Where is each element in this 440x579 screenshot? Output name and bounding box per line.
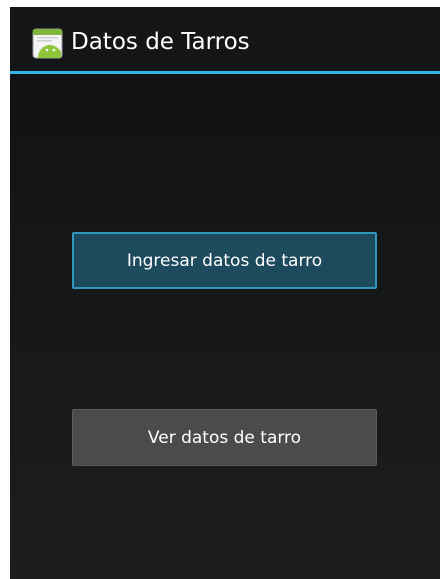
- app-title: Datos de Tarros: [71, 29, 250, 55]
- android-app-icon: [32, 28, 63, 59]
- action-bar: Datos de Tarros: [10, 7, 440, 71]
- view-jar-data-button[interactable]: Ver datos de tarro: [72, 409, 377, 466]
- action-bar-divider: [10, 71, 440, 74]
- enter-jar-data-button[interactable]: Ingresar datos de tarro: [72, 232, 377, 289]
- app-screen: Datos de Tarros Ingresar datos de tarro …: [10, 7, 440, 579]
